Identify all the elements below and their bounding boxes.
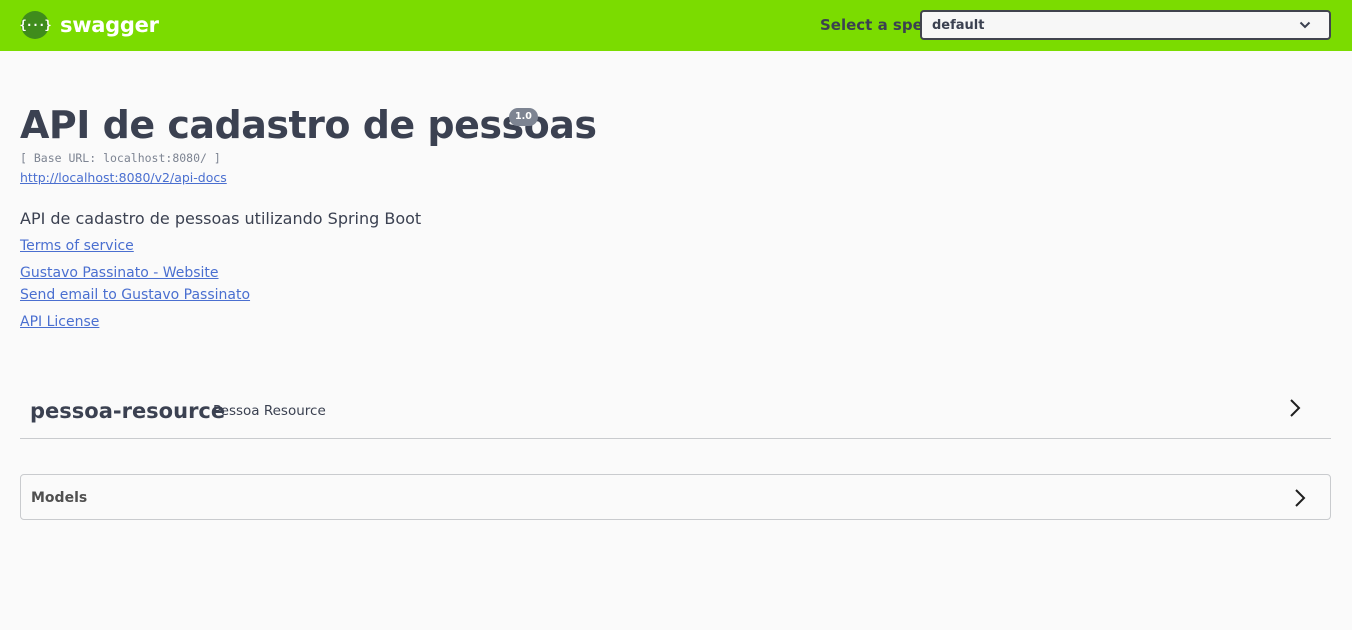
models-title: Models [31,490,88,506]
api-title: API de cadastro de pessoas [20,103,597,147]
chevron-right-icon [1295,489,1306,507]
website-link[interactable]: Gustavo Passinato - Website [20,265,219,281]
license-link[interactable]: API License [20,314,99,330]
swagger-logo-icon: {···} [19,11,52,39]
spec-select-value: default [932,17,985,33]
tag-section-pessoa-resource[interactable]: pessoa-resource Pessoa Resource [20,385,1331,439]
spec-label: Select a spec [820,16,932,34]
chevron-down-icon [1299,21,1311,29]
tag-description: Pessoa Resource [213,403,326,419]
chevron-right-icon [1290,399,1301,417]
models-section[interactable]: Models [20,474,1331,520]
topbar: {···} swagger Select a spec default [0,0,1352,51]
terms-of-service-link[interactable]: Terms of service [20,238,134,254]
version-badge: 1.0 [509,108,538,126]
base-url: [ Base URL: localhost:8080/ ] [20,151,221,165]
email-link[interactable]: Send email to Gustavo Passinato [20,287,250,303]
tag-name: pessoa-resource [30,399,226,423]
spec-select[interactable]: default [920,10,1331,40]
brand-name: swagger [60,13,159,37]
swagger-logo-link[interactable]: {···} swagger [19,11,159,39]
api-description: API de cadastro de pessoas utilizando Sp… [20,209,422,228]
api-docs-link[interactable]: http://localhost:8080/v2/api-docs [20,170,227,185]
